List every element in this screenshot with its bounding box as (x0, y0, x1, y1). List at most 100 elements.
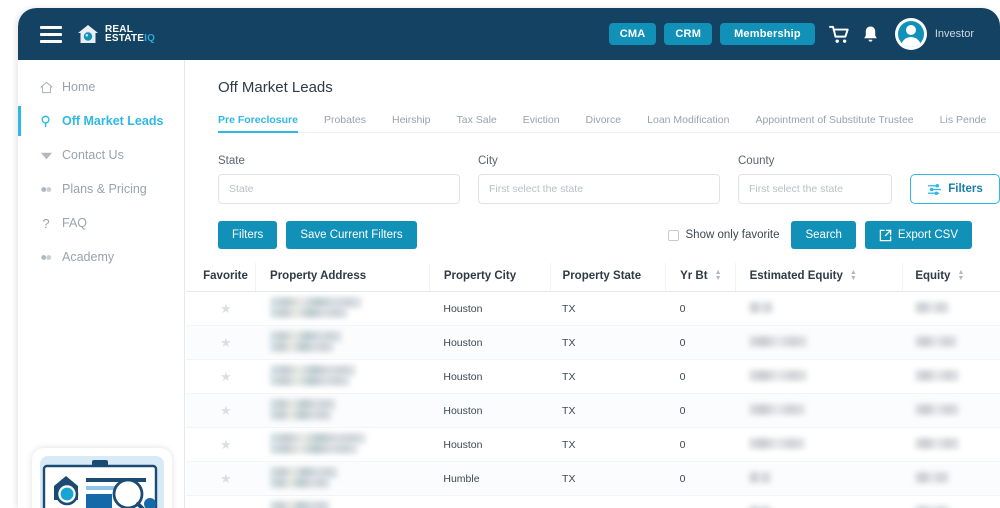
redacted-bar (269, 341, 334, 353)
col-estimated-equity[interactable]: Estimated Equity ▲ ▼ (735, 263, 904, 293)
filter-fields-row: State City County Filte (218, 155, 1000, 204)
membership-button[interactable]: Membership (720, 23, 815, 45)
export-csv-button[interactable]: Export CSV (864, 221, 972, 249)
table-row[interactable]: ★ HoustonTX0 (186, 495, 1000, 508)
question-icon: ? (42, 215, 50, 231)
tab-probates[interactable]: Probates (324, 114, 366, 132)
search-button[interactable]: Search (791, 221, 856, 249)
sidebar-item-contact-us[interactable]: Contact Us (18, 138, 184, 172)
favorite-cell[interactable]: ★ (186, 291, 256, 327)
property-city-cell: Humble (429, 461, 551, 497)
table-row[interactable]: ★ HoustonTX0 (186, 325, 1000, 361)
save-current-filters-button[interactable]: Save Current Filters (286, 221, 417, 249)
property-address-cell (255, 291, 430, 327)
state-field-group: State (218, 155, 460, 204)
crm-button[interactable]: CRM (664, 23, 713, 45)
action-buttons-row: Filters Save Current Filters Show only f… (186, 221, 1000, 249)
yr-bt-cell: 0 (665, 359, 736, 395)
favorite-cell[interactable]: ★ (186, 427, 256, 463)
favorite-cell[interactable]: ★ (186, 495, 256, 508)
cart-icon[interactable] (828, 25, 850, 44)
sort-estimated-equity-icon[interactable]: ▲ ▼ (850, 269, 857, 282)
favorite-star-icon[interactable]: ★ (220, 369, 232, 384)
city-label: City (478, 155, 498, 167)
sidebar-item-off-market-leads[interactable]: Off Market Leads (18, 104, 184, 138)
tab-lis-pendens[interactable]: Lis Pende (940, 114, 987, 132)
tab-eviction[interactable]: Eviction (523, 114, 560, 132)
yr-bt-cell: 0 (665, 495, 736, 508)
tab-divorce[interactable]: Divorce (586, 114, 622, 132)
col-property-address[interactable]: Property Address (255, 263, 430, 293)
cma-button[interactable]: CMA (608, 23, 657, 45)
property-state-cell: TX (550, 495, 666, 508)
redacted-bar (269, 307, 348, 319)
favorite-cell[interactable]: ★ (186, 393, 256, 429)
favorite-cell[interactable]: ★ (186, 325, 256, 361)
filters-panel-button[interactable]: Filters (910, 174, 1000, 204)
county-label: County (738, 155, 775, 167)
table-row[interactable]: ★ HoustonTX0 (186, 359, 1000, 395)
avatar[interactable] (894, 18, 927, 50)
hamburger-menu-icon[interactable] (40, 25, 62, 43)
state-input[interactable] (218, 174, 460, 204)
promo-card[interactable] (32, 448, 172, 508)
col-property-city[interactable]: Property City (429, 263, 551, 293)
property-address-cell (255, 495, 430, 508)
col-property-state[interactable]: Property State (550, 263, 667, 293)
app-logo[interactable]: REAL ESTATEIQ (76, 22, 155, 46)
page-title: Off Market Leads (218, 79, 333, 96)
property-address-cell (255, 427, 430, 463)
tab-heirship[interactable]: Heirship (392, 114, 431, 132)
redacted-bar (269, 501, 330, 508)
favorite-cell[interactable]: ★ (186, 359, 256, 395)
property-state-cell: TX (550, 325, 666, 361)
property-state-cell: TX (550, 461, 666, 497)
table-row[interactable]: ★ HoustonTX0 (186, 291, 1000, 327)
favorite-star-icon[interactable]: ★ (220, 471, 232, 486)
favorite-star-icon[interactable]: ★ (220, 301, 232, 316)
favorite-star-icon[interactable]: ★ (220, 437, 232, 452)
equity-cell (902, 495, 1000, 508)
col-equity[interactable]: Equity ▲ ▼ (902, 263, 1000, 293)
county-field-group: County (738, 155, 892, 204)
bell-icon[interactable] (862, 25, 879, 44)
favorite-star-icon[interactable]: ★ (220, 403, 232, 418)
city-input[interactable] (478, 174, 720, 204)
redacted-bar (914, 301, 949, 313)
col-favorite[interactable]: Favorite (186, 263, 257, 293)
table-row[interactable]: ★ HoustonTX0 (186, 393, 1000, 429)
table-row[interactable]: ★ Humble TX 0 (186, 461, 1000, 497)
estimated-equity-cell (735, 393, 903, 429)
table-row[interactable]: ★ HoustonTX0 (186, 427, 1000, 463)
redacted-bar (914, 403, 959, 415)
sort-equity-icon[interactable]: ▲ ▼ (957, 269, 964, 282)
favorite-star-icon[interactable]: ★ (220, 335, 232, 350)
logo-line-2: ESTATE (105, 33, 145, 44)
property-city-cell: Houston (429, 495, 551, 508)
yr-bt-cell: 0 (665, 461, 736, 497)
redacted-bar (914, 369, 959, 381)
tab-bar: Pre Foreclosure Probates Heirship Tax Sa… (218, 108, 1000, 133)
tab-tax-sale[interactable]: Tax Sale (457, 114, 497, 132)
county-input[interactable] (738, 174, 892, 204)
equity-cell (902, 359, 1000, 395)
tab-pre-foreclosure[interactable]: Pre Foreclosure (218, 114, 298, 133)
equity-cell (902, 325, 1000, 361)
redacted-bar (269, 409, 332, 421)
favorite-cell[interactable]: ★ (186, 461, 256, 497)
top-header-bar: REAL ESTATEIQ CMA CRM Membership Investo… (18, 8, 1000, 60)
sidebar-item-home[interactable]: Home (18, 70, 184, 104)
tab-loan-modification[interactable]: Loan Modification (647, 114, 729, 132)
sidebar-item-academy[interactable]: Academy (18, 240, 184, 274)
search-icon (38, 115, 54, 128)
favorite-star-icon[interactable]: ★ (220, 505, 232, 508)
tab-appointment-of-substitute-trustee[interactable]: Appointment of Substitute Trustee (755, 114, 913, 132)
filters-button[interactable]: Filters (218, 221, 278, 249)
sidebar-item-faq[interactable]: ? FAQ (18, 206, 184, 240)
redacted-bar (269, 375, 350, 387)
col-yr-bt[interactable]: Yr Bt ▲ ▼ (665, 263, 736, 293)
property-address-cell (255, 359, 430, 395)
sort-yr-bt-icon[interactable]: ▲ ▼ (715, 269, 722, 282)
sidebar-item-plans-pricing[interactable]: Plans & Pricing (18, 172, 184, 206)
show-only-favorite-checkbox[interactable]: Show only favorite (667, 229, 779, 241)
